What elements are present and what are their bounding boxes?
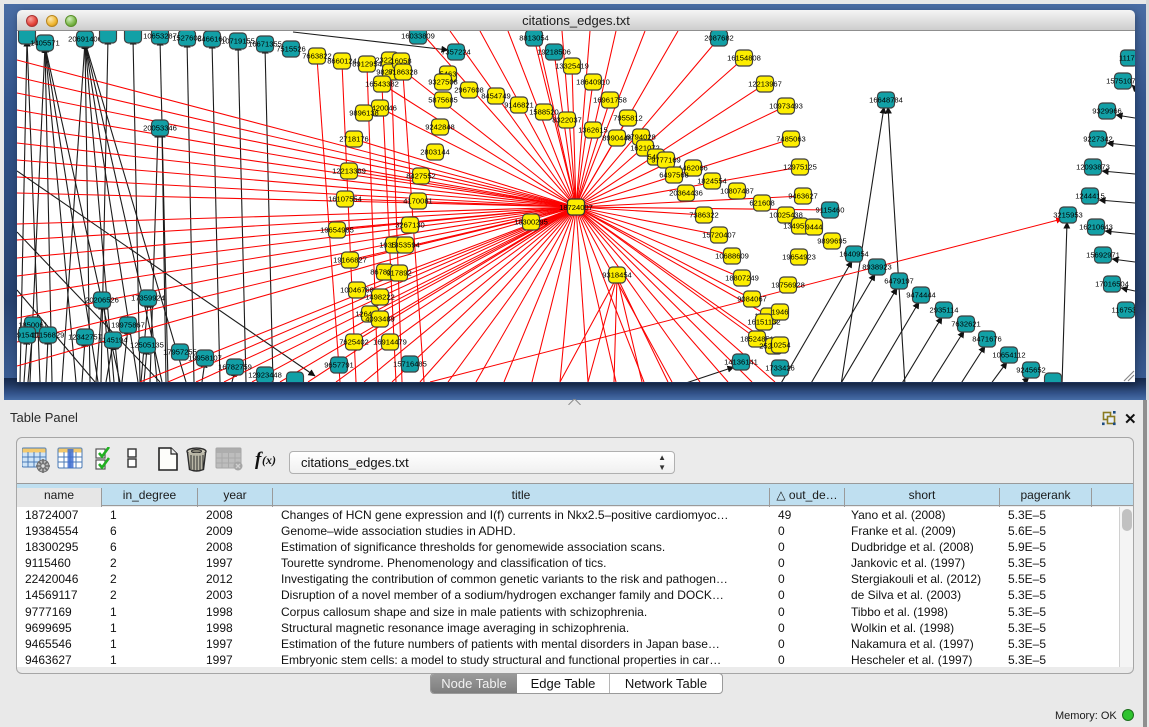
svg-text:11175: 11175 — [1119, 54, 1135, 63]
svg-text:11156829: 11156829 — [32, 331, 65, 340]
svg-text:2803144: 2803144 — [420, 148, 450, 157]
svg-text:1167533: 1167533 — [1112, 306, 1136, 315]
svg-text:1405571: 1405571 — [30, 39, 60, 48]
svg-text:(x): (x) — [262, 453, 276, 467]
svg-text:16914479: 16914479 — [373, 338, 407, 347]
svg-text:10254: 10254 — [769, 341, 790, 350]
svg-text:15716485: 15716485 — [393, 360, 427, 369]
svg-text:8186328: 8186328 — [388, 68, 418, 77]
svg-text:9777169: 9777169 — [651, 156, 681, 165]
svg-text:9896138: 9896138 — [349, 109, 379, 118]
svg-text:9444: 9444 — [806, 223, 823, 232]
svg-text:12505135: 12505135 — [130, 341, 164, 350]
svg-text:2718176: 2718176 — [339, 135, 369, 144]
svg-text:16210643: 16210643 — [1079, 223, 1113, 232]
svg-text:7632621: 7632621 — [951, 320, 981, 329]
svg-text:16543382: 16543382 — [365, 80, 399, 89]
svg-text:7625402: 7625402 — [339, 338, 369, 347]
svg-text:8938923: 8938923 — [862, 263, 892, 272]
svg-text:16154808: 16154808 — [727, 54, 761, 63]
svg-text:8813054: 8813054 — [519, 34, 549, 43]
svg-text:19958107: 19958107 — [188, 354, 222, 363]
svg-text:13325419: 13325419 — [555, 62, 589, 71]
svg-text:14136141: 14136141 — [724, 358, 758, 367]
svg-text:12342757: 12342757 — [68, 333, 102, 342]
svg-text:9227342: 9227342 — [1083, 135, 1113, 144]
svg-text:1244415: 1244415 — [1075, 192, 1105, 201]
svg-text:17359924: 17359924 — [131, 294, 165, 303]
svg-text:20364436: 20364436 — [669, 189, 703, 198]
svg-text:18807249: 18807249 — [725, 274, 759, 283]
svg-text:9474444: 9474444 — [906, 291, 936, 300]
svg-text:20053346: 20053346 — [143, 124, 177, 133]
svg-text:19654923: 19654923 — [782, 253, 816, 262]
svg-text:16782759: 16782759 — [218, 363, 252, 372]
svg-text:9084067: 9084067 — [737, 295, 767, 304]
svg-text:20206526: 20206526 — [85, 296, 119, 305]
svg-text:3267130: 3267130 — [395, 221, 425, 230]
svg-text:18724007: 18724007 — [559, 203, 593, 212]
svg-text:19654985: 19654985 — [320, 226, 354, 235]
svg-text:621608: 621608 — [749, 199, 774, 208]
svg-text:8454749: 8454749 — [481, 92, 511, 101]
svg-text:18300295: 18300295 — [514, 218, 548, 227]
svg-text:9463627: 9463627 — [788, 192, 818, 201]
svg-text:1640954: 1640954 — [839, 250, 869, 259]
svg-text:20691406: 20691406 — [68, 35, 102, 44]
svg-text:16648784: 16648784 — [869, 96, 903, 105]
svg-text:15720407: 15720407 — [702, 231, 736, 240]
svg-text:2967608: 2967608 — [454, 86, 484, 95]
svg-text:7357224: 7357224 — [441, 48, 471, 57]
svg-text:16107554: 16107554 — [328, 195, 362, 204]
svg-text:8427552: 8427552 — [406, 172, 436, 181]
svg-text:1353594: 1353594 — [390, 241, 420, 250]
svg-text:12093873: 12093873 — [1076, 163, 1110, 172]
svg-text:1824554: 1824554 — [697, 177, 727, 186]
svg-text:9899695: 9899695 — [817, 237, 847, 246]
svg-text:7955812: 7955812 — [613, 114, 643, 123]
svg-text:6497568: 6497568 — [659, 171, 689, 180]
svg-text:7485063: 7485063 — [776, 135, 806, 144]
svg-text:10807487: 10807487 — [720, 187, 754, 196]
svg-text:917892: 917892 — [386, 269, 411, 278]
svg-text:9318454: 9318454 — [602, 271, 632, 280]
svg-text:10688609: 10688609 — [715, 252, 749, 261]
svg-text:18640910: 18640910 — [576, 78, 610, 87]
svg-text:9115460: 9115460 — [816, 206, 845, 215]
svg-text:12975125: 12975125 — [783, 163, 817, 172]
svg-text:3215953: 3215953 — [1053, 211, 1083, 220]
svg-text:4093489: 4093489 — [365, 315, 395, 324]
svg-text:16033809: 16033809 — [401, 32, 435, 41]
svg-text:9657791: 9657791 — [324, 361, 354, 370]
svg-text:19218506: 19218506 — [537, 48, 571, 57]
svg-text:2935114: 2935114 — [930, 306, 959, 315]
svg-text:7386322: 7386322 — [689, 211, 719, 220]
svg-text:9242848: 9242848 — [425, 123, 455, 132]
svg-text:8471676: 8471676 — [972, 335, 1002, 344]
svg-text:1946: 1946 — [772, 308, 789, 317]
svg-text:19166827: 19166827 — [333, 256, 367, 265]
svg-text:12923448: 12923448 — [248, 371, 282, 380]
svg-text:17016504: 17016504 — [1095, 280, 1129, 289]
svg-text:19975867: 19975867 — [111, 321, 145, 330]
svg-text:5875685: 5875685 — [428, 96, 458, 105]
svg-text:10654112: 10654112 — [992, 351, 1025, 360]
svg-text:1145194: 1145194 — [99, 336, 128, 345]
svg-text:4170081: 4170081 — [403, 197, 433, 206]
svg-text:16961758: 16961758 — [593, 96, 627, 105]
svg-text:9245652: 9245652 — [1016, 366, 1046, 375]
svg-text:19756928: 19756928 — [771, 281, 805, 290]
svg-text:12213389: 12213389 — [332, 167, 366, 176]
svg-text:6479197: 6479197 — [884, 277, 914, 286]
svg-text:12213967: 12213967 — [748, 80, 782, 89]
svg-text:10973493: 10973493 — [769, 102, 803, 111]
svg-text:1733426: 1733426 — [765, 364, 795, 373]
svg-text:1498222: 1498222 — [365, 293, 395, 302]
svg-text:8322037: 8322037 — [552, 116, 582, 125]
svg-text:15751074: 15751074 — [1106, 77, 1135, 86]
svg-text:2087682: 2087682 — [704, 34, 734, 43]
svg-text:15692971: 15692971 — [1086, 251, 1120, 260]
svg-text:9329966: 9329966 — [1092, 107, 1122, 116]
